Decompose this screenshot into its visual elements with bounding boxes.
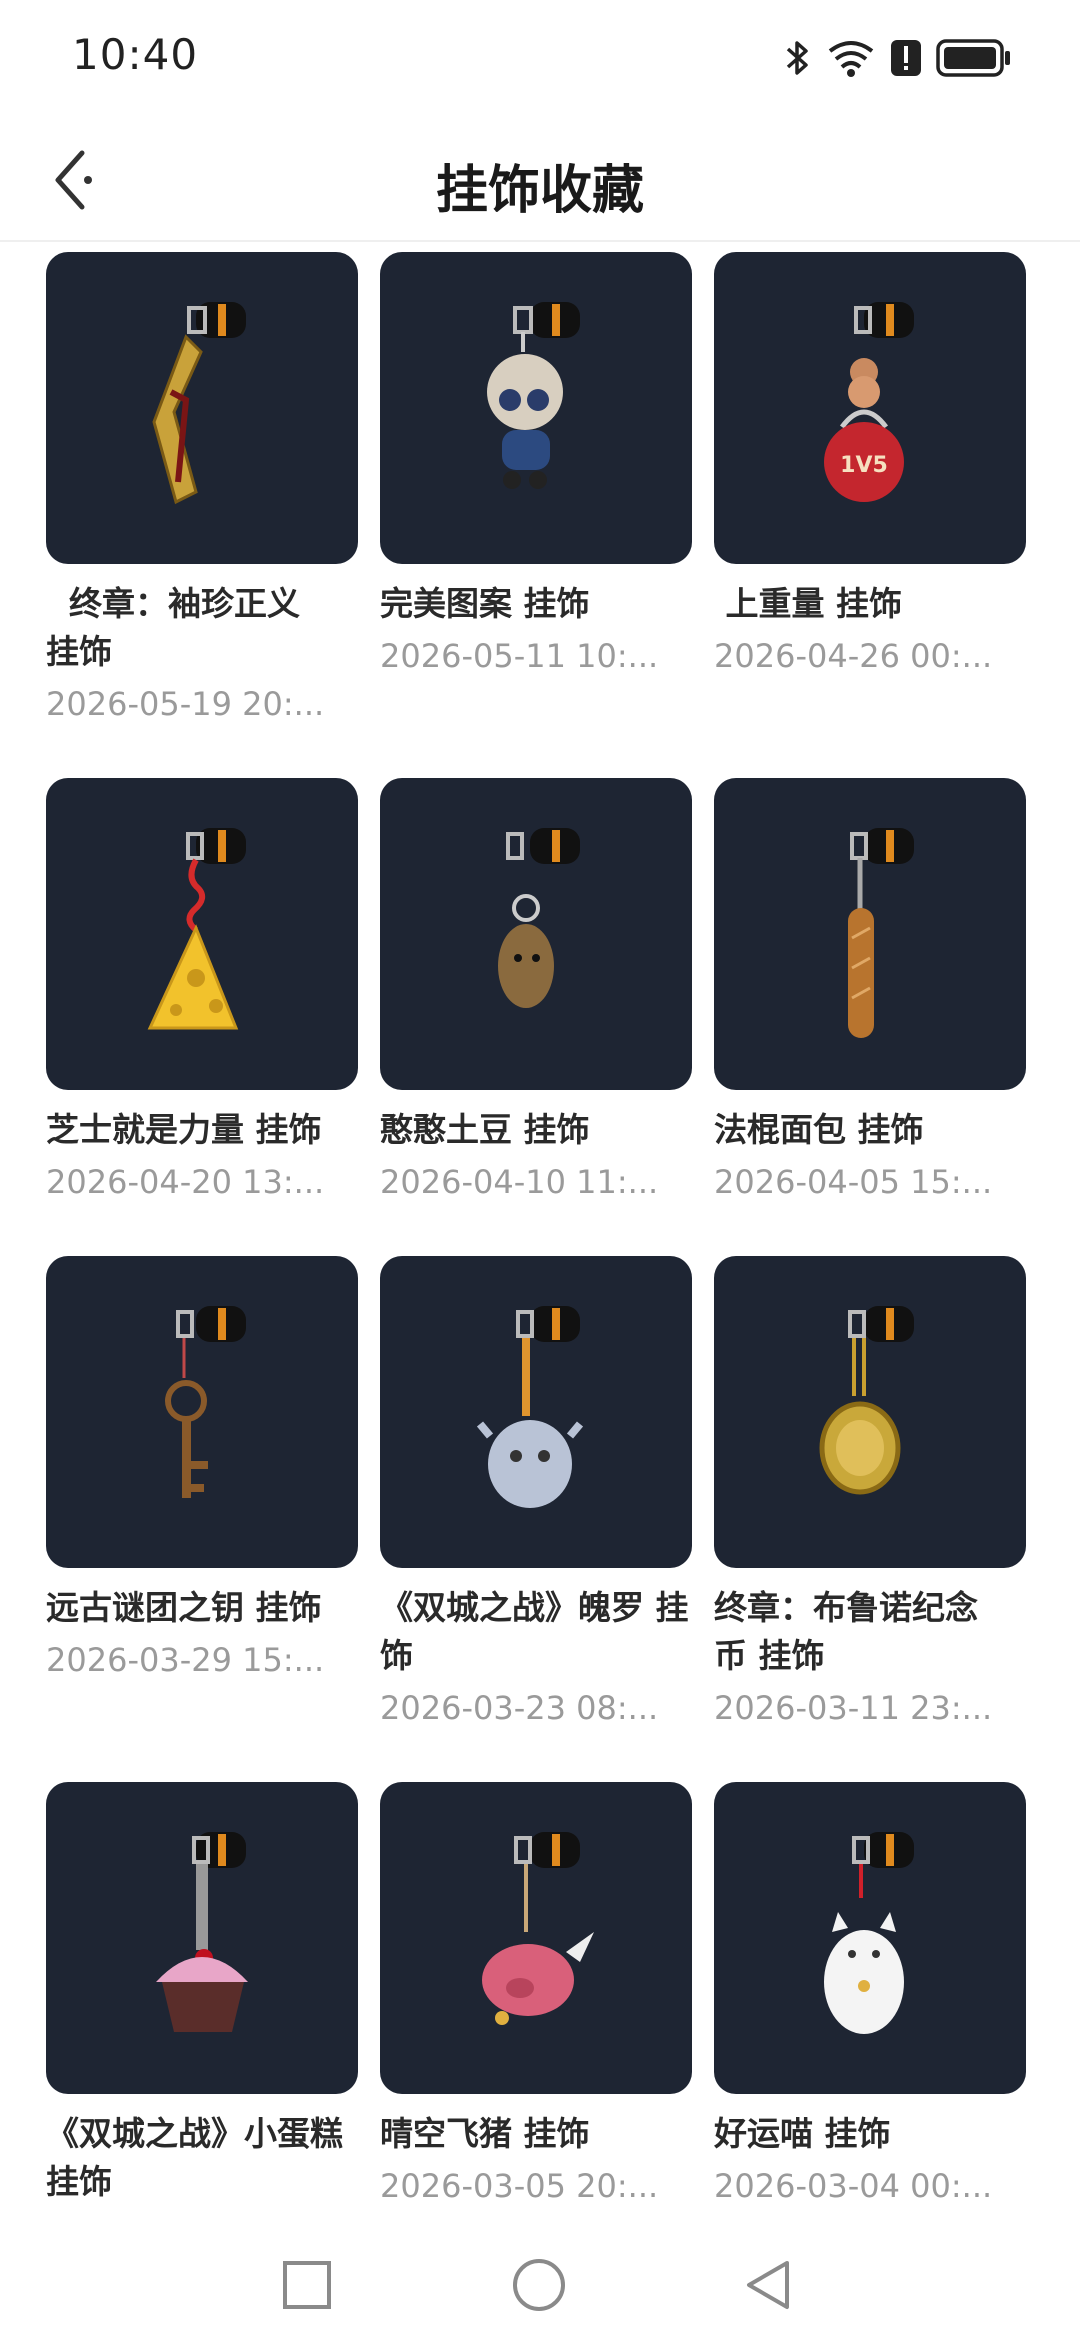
charm-image	[380, 1256, 692, 1568]
charm-card[interactable]: 《双城之战》小蛋糕 挂饰	[46, 1782, 358, 2210]
charm-date: 2026-03-23 08:...	[380, 1689, 659, 1727]
charm-card[interactable]: 好运喵 挂饰 2026-03-04 00:...	[714, 1782, 1026, 2210]
charm-image	[714, 1782, 1026, 2094]
system-navigation-bar	[0, 2230, 1080, 2340]
charm-name: 晴空飞猪 挂饰	[380, 2114, 590, 2153]
charm-card[interactable]: 远古谜团之钥 挂饰 2026-03-29 15:...	[46, 1256, 358, 1684]
charm-date: 2026-04-05 15:...	[714, 1163, 993, 1201]
charm-date: 2026-03-04 00:...	[714, 2167, 993, 2205]
charm-image	[46, 778, 358, 1090]
charm-card[interactable]: 终章：布鲁诺纪念 币 挂饰 2026-03-11 23:...	[714, 1256, 1026, 1732]
charm-card[interactable]: 憨憨土豆 挂饰 2026-04-10 11:...	[380, 778, 692, 1206]
charm-name: 上重量 挂饰	[714, 584, 903, 623]
status-bar: 10:40	[0, 0, 1080, 120]
charm-card[interactable]: 完美图案 挂饰 2026-05-11 10:...	[380, 252, 692, 680]
charm-card[interactable]: 1V5 上重量 挂饰 2026-04-26 00:...	[714, 252, 1026, 680]
charm-image	[46, 1256, 358, 1568]
charm-name: 终章：袖珍正义 挂饰	[46, 584, 300, 671]
charm-date: 2026-04-26 00:...	[714, 637, 993, 675]
charm-image	[46, 1782, 358, 2094]
charm-name: 《双城之战》魄罗 挂 饰	[380, 1588, 689, 1675]
charm-name: 终章：布鲁诺纪念 币 挂饰	[714, 1588, 978, 1675]
charm-name: 芝士就是力量 挂饰	[46, 1110, 322, 1149]
recent-apps-icon	[283, 2261, 331, 2309]
charm-image	[714, 778, 1026, 1090]
charm-date: 2026-04-10 11:...	[380, 1163, 659, 1201]
charm-card[interactable]: 《双城之战》魄罗 挂 饰 2026-03-23 08:...	[380, 1256, 692, 1732]
charm-name: 法棍面包 挂饰	[714, 1110, 924, 1149]
charm-date: 2026-03-05 20:...	[380, 2167, 659, 2205]
charm-name: 好运喵 挂饰	[714, 2114, 891, 2153]
status-time: 10:40	[72, 30, 199, 79]
charm-image	[46, 252, 358, 564]
charm-date: 2026-04-20 13:...	[46, 1163, 325, 1201]
charm-image	[380, 778, 692, 1090]
svg-text:1V5: 1V5	[840, 453, 888, 478]
charm-image	[380, 252, 692, 564]
status-icons	[784, 36, 1012, 80]
home-button[interactable]	[504, 2250, 574, 2320]
back-icon	[747, 2261, 789, 2309]
charm-card[interactable]: 晴空飞猪 挂饰 2026-03-05 20:...	[380, 1782, 692, 2210]
alert-icon	[891, 40, 921, 76]
charm-name: 完美图案 挂饰	[380, 584, 590, 623]
charm-date: 2026-03-29 15:...	[46, 1641, 325, 1679]
wifi-icon	[828, 41, 874, 77]
charm-image: 1V5	[714, 252, 1026, 564]
top-app-bar: 挂饰收藏	[0, 120, 1080, 242]
home-icon	[513, 2259, 565, 2311]
battery-icon	[936, 39, 1010, 77]
charm-card[interactable]: 终章：袖珍正义 挂饰 2026-05-19 20:...	[46, 252, 358, 728]
charm-date: 2026-05-11 10:...	[380, 637, 659, 675]
charm-date: 2026-03-11 23:...	[714, 1689, 993, 1727]
charm-name: 憨憨土豆 挂饰	[380, 1110, 590, 1149]
charm-name: 远古谜团之钥 挂饰	[46, 1588, 322, 1627]
page-title: 挂饰收藏	[435, 161, 644, 221]
recent-apps-button[interactable]	[272, 2250, 342, 2320]
charm-image	[714, 1256, 1026, 1568]
charm-name: 《双城之战》小蛋糕 挂饰	[46, 2114, 343, 2201]
charm-card[interactable]: 法棍面包 挂饰 2026-04-05 15:...	[714, 778, 1026, 1206]
charm-image	[380, 1782, 692, 2094]
charm-date: 2026-05-19 20:...	[46, 685, 325, 723]
charm-card[interactable]: 芝士就是力量 挂饰 2026-04-20 13:...	[46, 778, 358, 1206]
bluetooth-icon	[786, 41, 808, 75]
nav-back-button[interactable]	[734, 2250, 804, 2320]
